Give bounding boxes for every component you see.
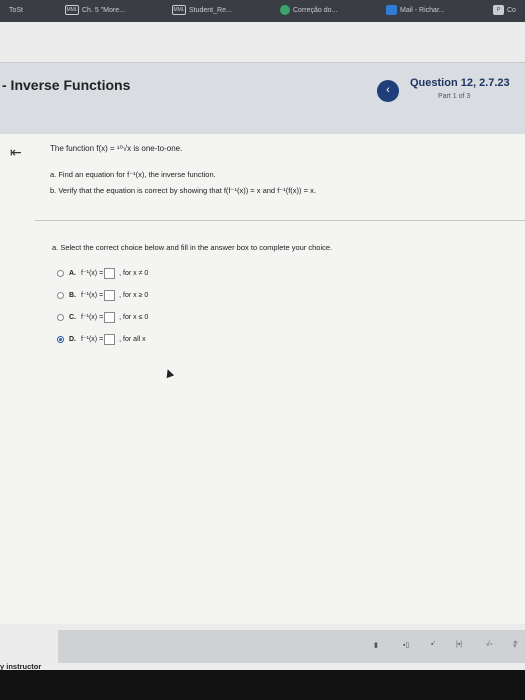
math-toolbar: ▮ ▪▯ ▪' |▪| √▫ ∜ xyxy=(58,630,525,663)
mouse-cursor-icon xyxy=(163,367,175,379)
choice-b[interactable]: B. f⁻¹(x) = , for x ≥ 0 xyxy=(57,289,148,301)
question-title: Question 12, 2.7.23 xyxy=(410,77,510,89)
choice-c[interactable]: C. f⁻¹(x) = , for x ≤ 0 xyxy=(57,311,148,323)
radio-button-selected[interactable] xyxy=(57,335,64,343)
bottom-bezel xyxy=(0,670,525,700)
tab-label: Mail - Richar... xyxy=(400,6,445,14)
browser-tab[interactable]: P Co xyxy=(493,2,516,18)
choice-lhs: f⁻¹(x) = xyxy=(81,336,104,343)
browser-tab-bar: ToSt MML Ch. 5 "More... MML Student_Re..… xyxy=(0,0,525,22)
radio-button[interactable] xyxy=(57,313,64,321)
browser-tab[interactable]: Mail - Richar... xyxy=(386,2,445,18)
browser-tab[interactable]: ToSt xyxy=(2,2,23,18)
choice-lhs: f⁻¹(x) = xyxy=(81,270,104,277)
choice-letter: B. xyxy=(69,291,76,299)
divider xyxy=(35,220,525,221)
browser-tab[interactable]: MML Ch. 5 "More... xyxy=(65,2,125,18)
choice-letter: A. xyxy=(69,269,76,277)
page: - Inverse Functions ‹ Question 12, 2.7.2… xyxy=(0,22,525,671)
choice-condition: , for x ≤ 0 xyxy=(119,313,149,321)
answer-box[interactable] xyxy=(104,311,116,323)
choice-lhs: f⁻¹(x) = xyxy=(81,292,104,299)
choice-condition: , for x ≠ 0 xyxy=(119,269,149,277)
tab-favicon-icon xyxy=(2,6,6,14)
task-a: a. Find an equation for f⁻¹(x), the inve… xyxy=(50,170,216,179)
answer-box[interactable] xyxy=(104,289,116,301)
p-icon: P xyxy=(493,5,504,15)
tab-label: Co xyxy=(507,6,516,14)
answer-box[interactable] xyxy=(104,333,116,345)
tab-label: Ch. 5 "More... xyxy=(82,6,125,14)
tab-label: Correção do... xyxy=(293,6,338,14)
mml-icon: MML xyxy=(172,5,186,15)
problem-statement: The function f(x) = ¹⁰√x is one-to-one. xyxy=(50,144,183,153)
tab-label: Student_Re... xyxy=(189,6,232,14)
toolbar-tool[interactable]: ▪▯ xyxy=(403,641,409,649)
tab-label: ToSt xyxy=(9,6,24,14)
browser-tab[interactable]: Correção do... xyxy=(280,2,337,18)
choice-a[interactable]: A. f⁻¹(x) = , for x ≠ 0 xyxy=(57,267,148,279)
collapse-arrow-icon[interactable]: ⇤ xyxy=(10,144,22,161)
green-circle-icon xyxy=(280,5,290,15)
toolbar-tool[interactable]: ▮ xyxy=(374,641,378,649)
choice-condition: , for all x xyxy=(119,335,146,343)
answer-box[interactable] xyxy=(104,267,116,279)
instruction-text: a. Select the correct choice below and f… xyxy=(52,243,333,252)
task-b: b. Verify that the equation is correct b… xyxy=(50,186,316,195)
mml-icon: MML xyxy=(65,5,79,15)
toolbar-tool[interactable]: ∜ xyxy=(513,641,517,649)
toolbar-tool[interactable]: ▪' xyxy=(431,641,435,648)
previous-question-button[interactable]: ‹ xyxy=(377,80,399,102)
choice-condition: , for x ≥ 0 xyxy=(119,291,149,299)
radio-button[interactable] xyxy=(57,291,64,299)
assignment-header: - Inverse Functions ‹ Question 12, 2.7.2… xyxy=(0,62,525,135)
radio-button[interactable] xyxy=(57,269,64,277)
choice-letter: C. xyxy=(69,313,76,321)
choice-lhs: f⁻¹(x) = xyxy=(81,314,104,321)
question-panel: ⇤ The function f(x) = ¹⁰√x is one-to-one… xyxy=(0,134,525,624)
browser-tab[interactable]: MML Student_Re... xyxy=(172,2,232,18)
mail-icon xyxy=(386,5,397,15)
question-part: Part 1 of 3 xyxy=(438,93,471,100)
toolbar-tool[interactable]: |▪| xyxy=(456,641,462,648)
choice-letter: D. xyxy=(69,335,76,343)
toolbar-tool[interactable]: √▫ xyxy=(486,641,492,648)
choice-d[interactable]: D. f⁻¹(x) = , for all x xyxy=(57,333,146,345)
page-title: - Inverse Functions xyxy=(2,77,131,93)
